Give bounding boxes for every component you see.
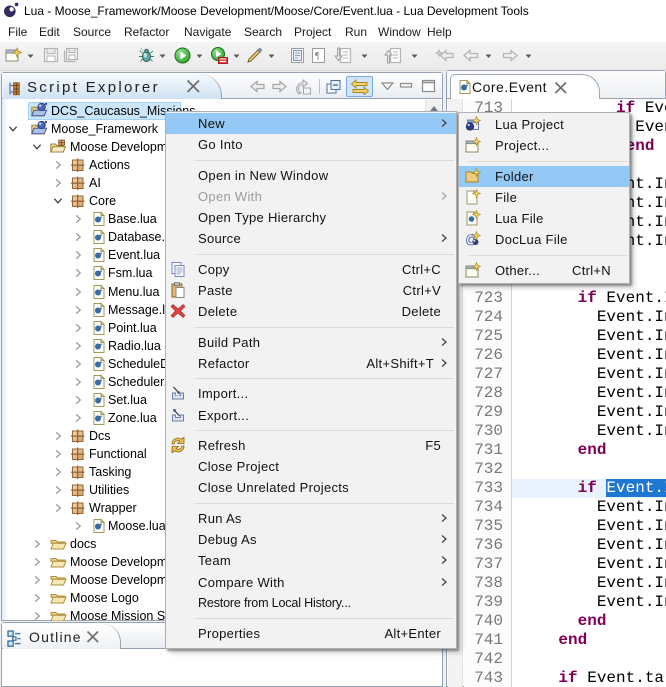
svg-text:¶: ¶	[315, 51, 320, 62]
